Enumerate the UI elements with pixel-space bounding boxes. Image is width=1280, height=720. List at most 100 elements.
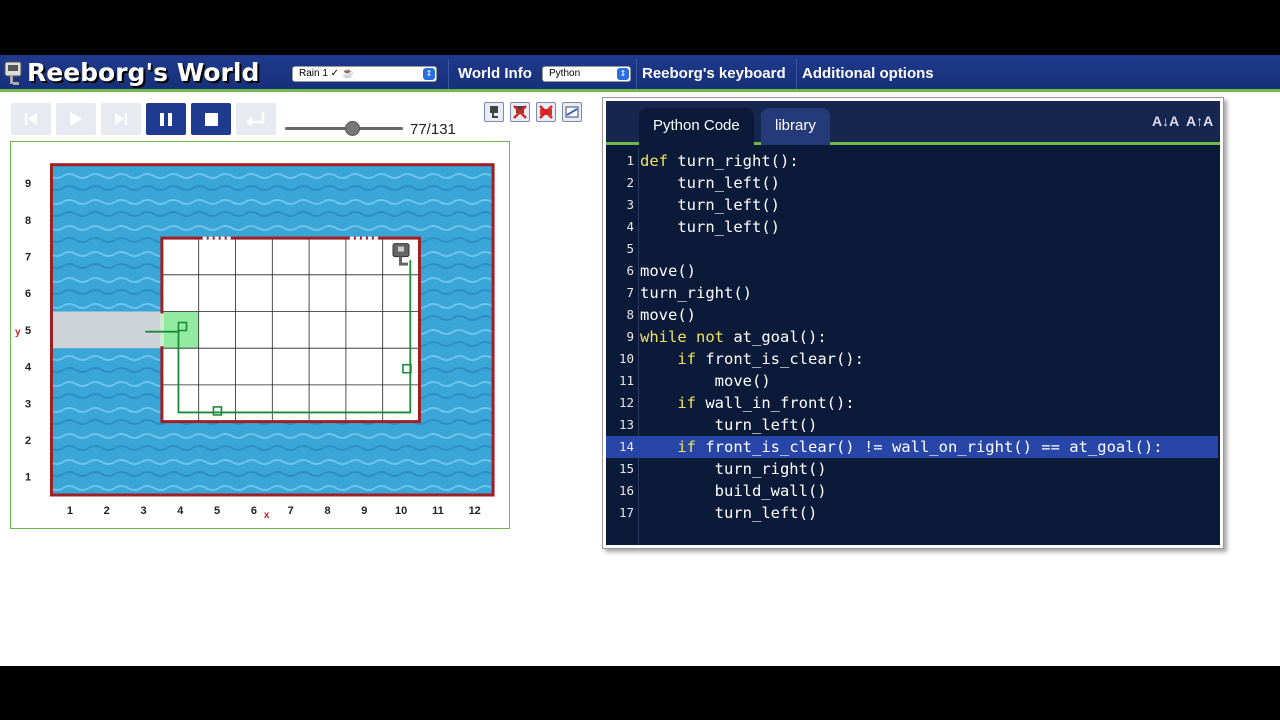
code-text: turn_right() [640,460,827,478]
y-tick-label: 4 [25,362,32,374]
y-axis-label: y [15,327,21,338]
line-number: 6 [626,263,634,278]
robot-tool-button[interactable] [484,102,504,122]
y-tick-label: 5 [25,325,31,337]
robot-eye [398,246,405,252]
code-area[interactable]: 1 def turn_right(): 2 turn_left() 3 turn_le… [606,148,1220,545]
code-line[interactable]: 13 turn_left() [606,414,1218,436]
code-line[interactable]: 1 def turn_right(): [606,150,1218,172]
speed-slider-track[interactable] [285,127,403,130]
world-select[interactable]: Rain 1 ✓ ☕ ⇕ [292,66,437,82]
path-tiles [51,311,162,349]
stop-button[interactable] [191,103,231,135]
line-number: 8 [626,307,634,322]
top-menu-bar: Reeborg's World Rain 1 ✓ ☕ ⇕ World Info … [0,55,1280,92]
skip-back-icon [25,113,37,125]
y-tick-label: 3 [25,398,31,410]
x-axis-label: x [264,510,270,521]
code-line[interactable]: 5 [606,238,1218,260]
code-text: turn_right() [640,284,752,302]
x-tick-label: 6 [251,505,257,517]
world-canvas[interactable]: 1 2 3 4 5 6 7 8 9 10 11 12 9 8 7 6 5 4 3 2 1 x y [10,141,510,529]
code-line[interactable]: 10 if front_is_clear(): [606,348,1218,370]
code-line[interactable]: 15 turn_right() [606,458,1218,480]
clear-robot-button[interactable] [510,102,530,122]
line-number: 15 [618,461,634,476]
line-number: 16 [618,483,634,498]
line-number: 14 [618,439,634,454]
additional-options-button[interactable]: Additional options [796,55,940,92]
code-text: build_wall() [640,482,827,500]
y-tick-label: 7 [25,251,31,263]
reeborg-logo-icon [4,61,22,85]
line-number: 9 [626,329,634,344]
code-text: turn_left() [640,416,818,434]
line-number: 3 [626,197,634,212]
y-tick-label: 1 [25,472,31,484]
font-larger-button[interactable]: A↑A [1186,113,1213,129]
back-step-button[interactable] [236,103,276,135]
clear-trace-button[interactable] [536,102,556,122]
return-icon [246,112,265,127]
tab-python-code[interactable]: Python Code [639,108,754,145]
code-text: if wall_in_front(): [677,394,855,412]
code-text: if front_is_clear() != wall_on_right() =… [677,438,1163,456]
robot-foot [402,262,409,266]
code-line[interactable]: 11 move() [606,370,1218,392]
robot-leg [399,256,403,266]
font-smaller-button[interactable]: A↓A [1152,113,1179,129]
code-line[interactable]: 7 turn_right() [606,282,1218,304]
code-text: turn_left() [640,218,780,236]
trace-cross-icon [539,105,553,119]
code-line[interactable]: 6 move() [606,260,1218,282]
language-select[interactable]: Python ⇕ [542,66,631,82]
line-number: 1 [626,153,634,168]
pause-icon [160,113,172,126]
x-tick-label: 2 [104,505,110,517]
separator [448,59,449,89]
code-line[interactable]: 3 turn_left() [606,194,1218,216]
code-line[interactable]: 8 move() [606,304,1218,326]
code-line[interactable]: 9 while not at_goal(): [606,326,1218,348]
world-editor-button[interactable] [562,102,582,122]
world-map: 1 2 3 4 5 6 7 8 9 10 11 12987654321xy [15,163,495,521]
x-tick-label: 4 [177,505,184,517]
stop-icon [205,113,218,126]
app-title: Reeborg's World [27,58,260,87]
speed-slider-handle[interactable] [345,121,361,136]
code-editor-panel: Python Code library A↓A A↑A 1 def turn_ri… [602,97,1224,549]
editor-tab-bar: Python Code library A↓A A↑A [606,101,1220,145]
pause-button[interactable] [146,103,186,135]
step-forward-icon [115,113,127,125]
world-select-value: Rain 1 ✓ ☕ [299,68,355,79]
line-number: 10 [618,351,634,366]
reload-button[interactable] [11,103,51,135]
select-arrows-icon: ⇕ [617,68,629,80]
line-number: 7 [626,285,634,300]
line-number: 5 [626,241,634,256]
keyboard-button[interactable]: Reeborg's keyboard [636,55,792,92]
line-number: 11 [618,373,634,388]
code-line[interactable]: 2 turn_left() [606,172,1218,194]
world-info-button[interactable]: World Info [452,55,538,92]
step-button[interactable] [101,103,141,135]
tab-library[interactable]: library [761,108,830,145]
code-text: move() [640,262,696,280]
app-window: Reeborg's World Rain 1 ✓ ☕ ⇕ World Info … [0,55,1280,666]
run-button[interactable] [56,103,96,135]
code-text: while not at_goal(): [640,328,827,346]
code-line[interactable]: 16 build_wall() [606,480,1218,502]
code-line[interactable]: 12 if wall_in_front(): [606,392,1218,414]
code-line[interactable]: 17 turn_left() [606,502,1218,524]
code-line[interactable]: 14 if front_is_clear() != wall_on_right(… [606,436,1218,458]
code-text: move() [640,306,696,324]
code-text: turn_left() [640,504,818,522]
y-tick-label: 9 [25,178,31,190]
code-line[interactable]: 4 turn_left() [606,216,1218,238]
language-select-value: Python [549,68,581,79]
y-tick-label: 6 [25,288,31,300]
room-floor [161,238,420,422]
x-tick-label: 11 [432,505,444,517]
x-tick-label: 1 [67,505,73,517]
x-tick-label: 3 [140,505,146,517]
